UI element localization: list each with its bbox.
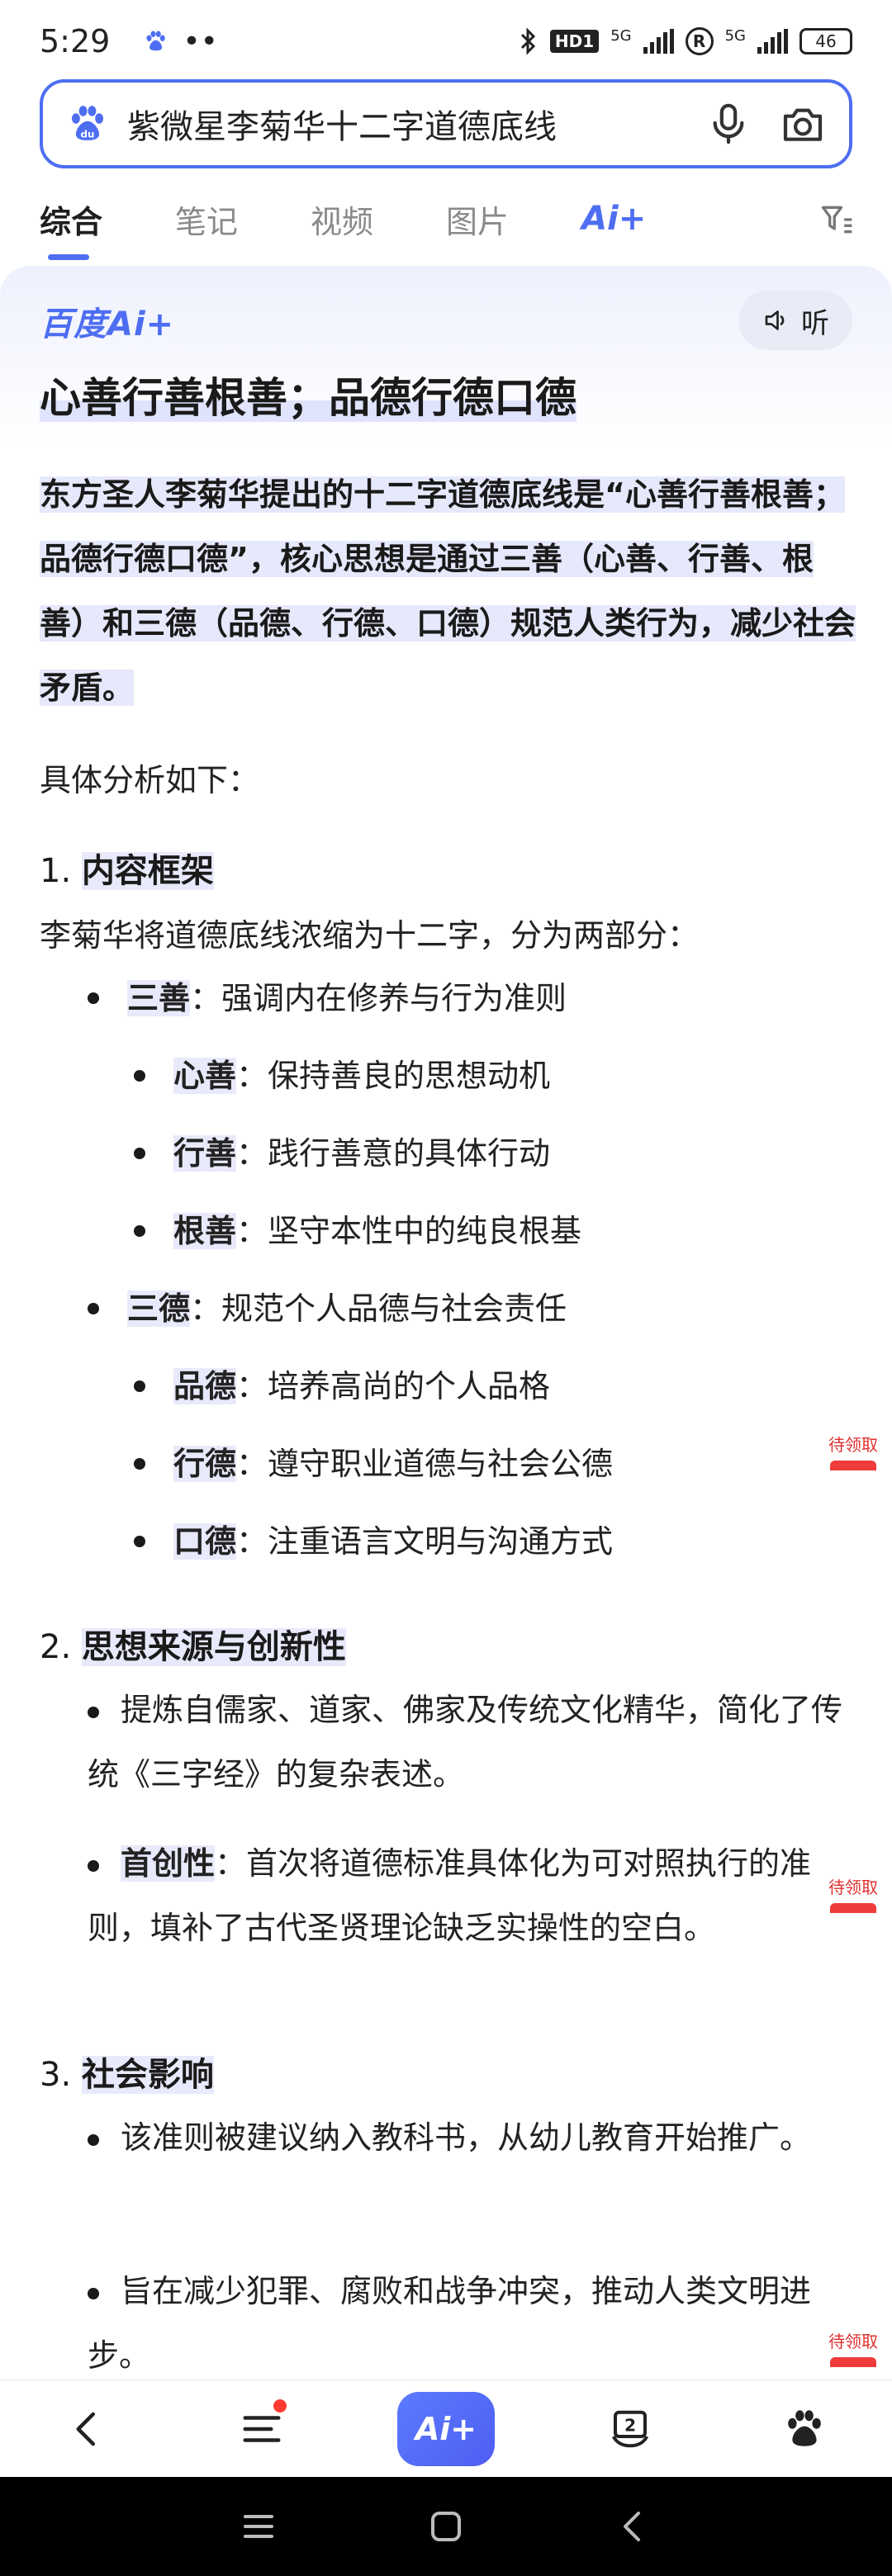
search-input[interactable] (127, 105, 677, 143)
list-item: 行德：遵守职业道德与社会公德 (133, 1432, 613, 1496)
section-1-desc: 李菊华将道德底线浓缩为十二字，分为两部分： (40, 917, 700, 954)
ai-assistant-button[interactable]: Ai+ (396, 2391, 495, 2466)
list-item: 三德：规范个人品德与社会责任 (87, 1276, 567, 1341)
section-1-heading: 1. 内容框架 (40, 852, 214, 890)
ai-answer-card: 百度Ai+ 听 心善行善根善；品德行德口德 东方圣人李菊华提出的十二字道德底线是… (0, 266, 892, 2379)
svg-text:du: du (81, 128, 95, 140)
status-time: 5:29 (40, 23, 111, 59)
baidu-ai-brand: 百度Ai+ (40, 305, 175, 343)
list-item: 该准则被建议纳入教科书，从幼儿教育开始推广。 (88, 2105, 856, 2170)
tab-all[interactable]: 综合 (40, 197, 102, 260)
tab-images[interactable]: 图片 (446, 197, 509, 242)
baidu-home-button[interactable] (765, 2389, 844, 2469)
tabs-button[interactable]: 2 (591, 2389, 670, 2469)
tab-ai[interactable]: Ai+ (581, 200, 646, 238)
network-label-1: 5G (610, 27, 632, 45)
list-item: 首创性：首次将道德标准具体化为可对照执行的准则，填补了古代圣贤理论缺乏实操性的空… (88, 1845, 812, 1946)
home-icon[interactable] (426, 2507, 466, 2546)
promo-tag[interactable]: 待领取 (824, 1874, 882, 1913)
filter-icon[interactable] (818, 201, 856, 238)
tabs-icon: 2 (611, 2410, 648, 2447)
notification-dot (273, 2398, 287, 2413)
battery-icon: 46 (799, 28, 852, 54)
baidu-paw-icon (788, 2409, 821, 2446)
list-item: 旨在减少犯罪、腐败和战争冲突，推动人类文明进步。 (88, 2273, 812, 2374)
roaming-icon: R (685, 27, 714, 55)
status-bar: 5:29 •• HD1 5G R 5G 46 (0, 0, 892, 83)
back-button[interactable] (48, 2389, 127, 2469)
status-dots: •• (183, 24, 218, 59)
search-bar: du (40, 79, 852, 168)
tab-notes[interactable]: 笔记 (175, 197, 238, 242)
answer-summary: 东方圣人李菊华提出的十二字道德底线是“心善行善根善；品德行德口德”，核心思想是通… (40, 476, 856, 706)
system-back-icon[interactable] (614, 2507, 653, 2546)
search-tabs: 综合 笔记 视频 图片 Ai+ (0, 182, 892, 260)
list-item: 行善：践行善意的具体行动 (133, 1121, 550, 1186)
microphone-icon[interactable] (705, 101, 752, 147)
intro-text: 具体分析如下： (40, 762, 260, 798)
menu-button[interactable] (222, 2389, 301, 2469)
list-item: 口德：注重语言文明与沟通方式 (133, 1509, 613, 1574)
recent-apps-icon[interactable] (239, 2507, 278, 2546)
promo-tag[interactable]: 待领取 (824, 2328, 882, 2367)
list-item: 提炼自儒家、道家、佛家及传统文化精华，简化了传统《三字经》的复杂表述。 (88, 1692, 843, 1792)
camera-icon[interactable] (780, 101, 826, 147)
promo-tag[interactable]: 待领取 (824, 1432, 882, 1470)
baidu-paw-icon (146, 31, 166, 51)
chevron-left-icon (76, 2412, 95, 2446)
hd-badge: HD1 (549, 30, 600, 53)
list-item: 根善：坚守本性中的纯良根基 (133, 1199, 581, 1263)
listen-button[interactable]: 听 (738, 291, 852, 350)
tab-videos[interactable]: 视频 (311, 197, 373, 242)
signal-icon-2 (757, 29, 788, 54)
list-item: 心善：保持善良的思想动机 (133, 1044, 550, 1108)
baidu-logo-icon[interactable]: du (66, 102, 109, 145)
bottom-nav: Ai+ 2 (0, 2379, 892, 2477)
bluetooth-icon (520, 27, 536, 55)
section-2-heading: 2. 思想来源与创新性 (40, 1628, 346, 1666)
tabs-count: 2 (624, 2415, 636, 2435)
signal-icon (643, 29, 674, 54)
network-label-2: 5G (724, 27, 746, 45)
section-3-heading: 3. 社会影响 (40, 2056, 214, 2094)
menu-icon (243, 2415, 281, 2442)
list-item: 三善：强调内在修养与行为准则 (87, 966, 567, 1030)
system-nav-bar (0, 2477, 892, 2576)
listen-label: 听 (801, 306, 829, 340)
speaker-icon (765, 310, 785, 330)
answer-title: 心善行善根善；品德行德口德 (40, 374, 576, 422)
list-item: 品德：培养高尚的个人品格 (133, 1354, 550, 1418)
